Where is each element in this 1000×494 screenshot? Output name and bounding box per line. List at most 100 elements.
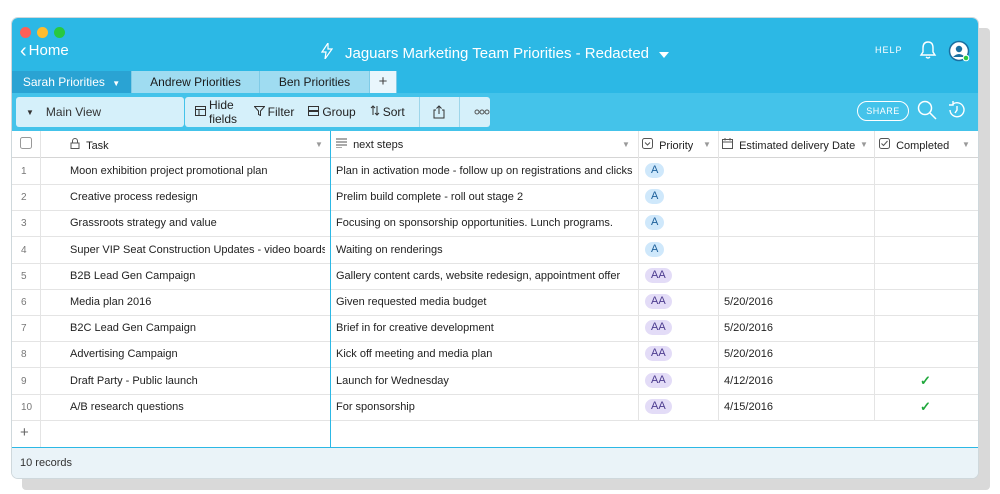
text-lines-icon [336,138,347,151]
next-steps-cell[interactable]: Waiting on renderings [336,244,634,256]
chevron-down-icon[interactable]: ▼ [622,140,630,149]
table-row[interactable]: 2 Creative process redesign Prelim build c… [12,184,978,212]
lightning-icon [320,41,333,63]
calendar-icon [722,138,733,152]
tab-ben-priorities[interactable]: Ben Priorities [260,71,370,93]
hide-fields-button[interactable]: Hide fields [195,98,240,126]
priority-cell[interactable]: A [645,189,665,205]
priority-cell[interactable]: AA [645,294,672,309]
task-cell[interactable]: Media plan 2016 [70,296,325,308]
filter-button[interactable]: Filter [253,105,294,119]
task-cell[interactable]: Grassroots strategy and value [70,217,325,229]
row-number[interactable]: 9 [21,376,27,387]
history-icon[interactable] [946,99,968,126]
column-label: Completed [896,140,950,152]
row-number[interactable]: 10 [21,402,32,413]
add-record-button[interactable]: + [20,424,29,441]
delivery-date-cell[interactable]: 5/20/2016 [724,322,773,334]
column-header-task[interactable]: Task [70,138,325,152]
priority-cell[interactable]: AA [645,267,672,283]
column-header-completed[interactable]: Completed [879,138,949,152]
maximize-window-button[interactable] [54,27,65,38]
priority-badge: AA [645,346,672,362]
completed-checkmark[interactable]: ✓ [920,373,931,389]
row-number[interactable]: 1 [21,166,27,177]
task-cell[interactable]: A/B research questions [70,401,325,413]
delivery-date-cell[interactable]: 4/12/2016 [724,375,773,387]
tab-andrew-priorities[interactable]: Andrew Priorities [132,71,260,93]
base-title[interactable]: Jaguars Marketing Team Priorities - Reda… [12,41,978,63]
share-button[interactable]: SHARE [857,101,909,121]
next-steps-cell[interactable]: For sponsorship [336,401,634,413]
column-header-delivery-date[interactable]: Estimated delivery Date [722,138,855,152]
more-options-icon[interactable] [474,109,490,115]
next-steps-cell[interactable]: Prelim build complete - roll out stage 2 [336,191,634,203]
grid-icon [195,105,206,119]
chevron-down-icon[interactable]: ▼ [703,140,711,149]
priority-cell[interactable]: AA [645,320,672,336]
row-number[interactable]: 6 [21,297,27,308]
column-header-next-steps[interactable]: next steps [336,138,403,151]
table-row[interactable]: 3 Grassroots strategy and value Focusing o… [12,210,978,238]
row-number[interactable]: 7 [21,323,27,334]
next-steps-cell[interactable]: Given requested media budget [336,296,634,308]
column-header-priority[interactable]: Priority [642,138,693,152]
view-switcher[interactable]: ▼ Main View [16,97,184,127]
page-title: Jaguars Marketing Team Priorities - Reda… [344,44,650,62]
priority-cell[interactable]: A [645,215,665,231]
task-cell[interactable]: Advertising Campaign [70,348,325,360]
bell-icon[interactable] [919,40,937,65]
next-steps-cell[interactable]: Plan in activation mode - follow up on r… [336,165,634,177]
task-cell[interactable]: Super VIP Seat Construction Updates - vi… [70,244,325,256]
view-toolbar: ▼ Main View Hide fields Filter Group Sor… [12,93,978,131]
task-cell[interactable]: Moon exhibition project promotional plan [70,165,325,177]
task-cell[interactable]: B2C Lead Gen Campaign [70,322,325,334]
chevron-down-icon[interactable]: ▼ [860,140,868,149]
priority-cell[interactable]: AA [645,398,672,414]
chevron-down-icon[interactable]: ▼ [315,140,323,149]
tab-sarah-priorities[interactable]: Sarah Priorities ▼ [12,71,132,93]
row-number[interactable]: 3 [21,218,27,229]
next-steps-cell[interactable]: Gallery content cards, website redesign,… [336,270,634,282]
sort-button[interactable]: Sort [370,105,405,119]
table-row[interactable]: 4 Super VIP Seat Construction Updates - v… [12,237,978,264]
table-row[interactable]: 10 A/B research questions For sponsorship A… [12,394,978,421]
search-icon[interactable] [917,100,937,125]
task-cell[interactable]: B2B Lead Gen Campaign [70,270,325,282]
select-all-checkbox[interactable] [20,137,32,152]
avatar[interactable] [948,40,970,67]
delivery-date-cell[interactable]: 5/20/2016 [724,348,773,360]
next-steps-cell[interactable]: Brief in for creative development [336,322,634,334]
next-steps-cell[interactable]: Focusing on sponsorship opportunities. L… [336,217,634,229]
row-number[interactable]: 8 [21,349,27,360]
next-steps-cell[interactable]: Kick off meeting and media plan [336,348,634,360]
delivery-date-cell[interactable]: 5/20/2016 [724,296,773,308]
close-window-button[interactable] [20,27,31,38]
priority-cell[interactable]: AA [645,372,672,388]
task-cell[interactable]: Creative process redesign [70,191,325,203]
help-link[interactable]: HELP [875,45,903,55]
column-divider [718,131,719,420]
priority-cell[interactable]: A [645,241,665,257]
add-record-row[interactable]: + [12,420,978,446]
delivery-date-cell[interactable]: 4/15/2016 [724,401,773,413]
row-number[interactable]: 4 [21,245,27,256]
row-number[interactable]: 5 [21,271,27,282]
chevron-down-icon[interactable]: ▼ [962,140,970,149]
share-view-icon[interactable] [433,105,445,119]
priority-cell[interactable]: A [645,163,665,178]
table-row[interactable]: 5 B2B Lead Gen Campaign Gallery content ca… [12,263,978,290]
row-number[interactable]: 2 [21,192,27,203]
table-row[interactable]: 1 Moon exhibition project promotional pla… [12,158,978,185]
table-row[interactable]: 7 B2C Lead Gen Campaign Brief in for creat… [12,315,978,343]
priority-cell[interactable]: AA [645,346,672,362]
table-row[interactable]: 6 Media plan 2016 Given requested media bu… [12,289,978,316]
table-row[interactable]: 8 Advertising Campaign Kick off meeting an… [12,341,978,369]
task-cell[interactable]: Draft Party - Public launch [70,375,325,387]
add-table-button[interactable]: + [370,71,397,93]
next-steps-cell[interactable]: Launch for Wednesday [336,375,634,387]
minimize-window-button[interactable] [37,27,48,38]
group-button[interactable]: Group [308,105,356,119]
completed-checkmark[interactable]: ✓ [920,399,931,415]
table-row[interactable]: 9 Draft Party - Public launch Launch for W… [12,368,978,395]
